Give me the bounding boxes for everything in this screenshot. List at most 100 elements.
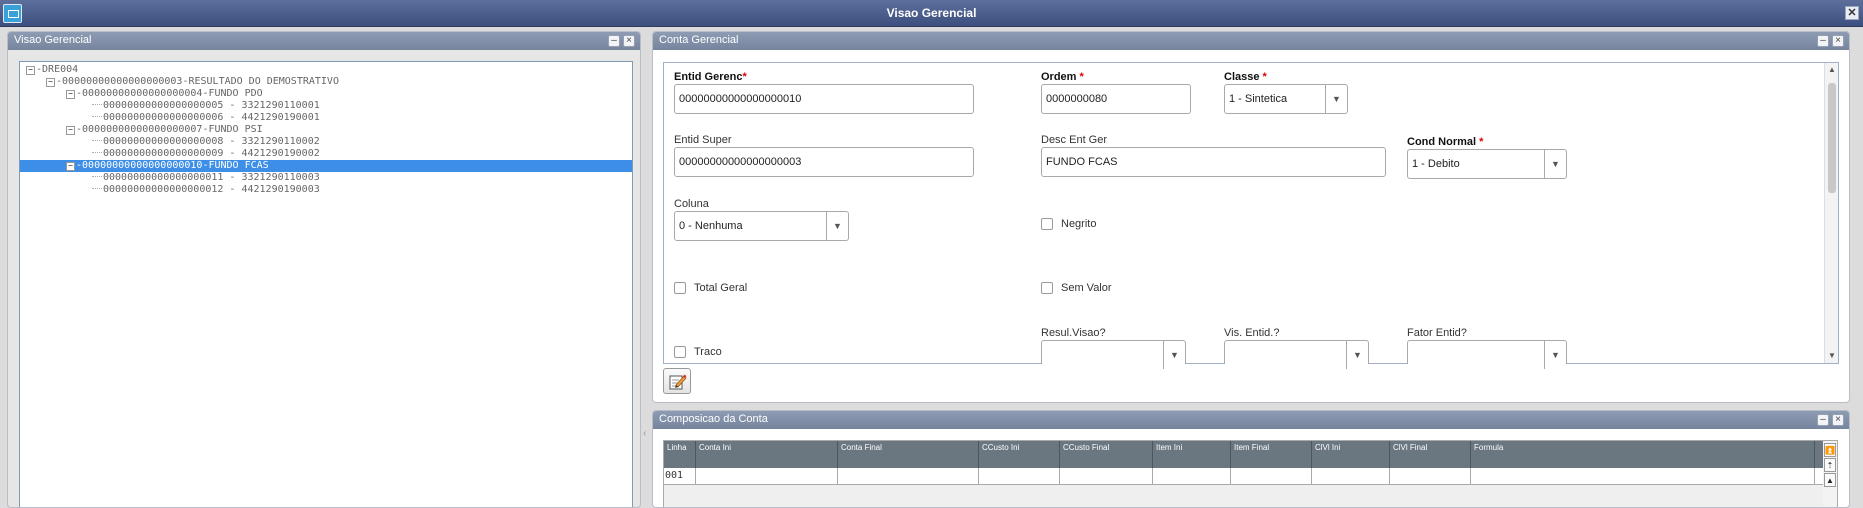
- grid-header: Linha Conta Ini Conta Final CCusto Ini CCust…: [664, 441, 1825, 468]
- form-scrollbar[interactable]: ▲ ▼: [1824, 63, 1838, 363]
- classe-select[interactable]: 1 - Sintetica ▼: [1224, 84, 1348, 114]
- total-geral-checkbox[interactable]: [674, 282, 686, 294]
- tree-connector: [92, 152, 102, 153]
- grid-nav: ⏫ ⇡ ▲: [1823, 441, 1837, 507]
- chevron-down-icon[interactable]: ▼: [1544, 341, 1566, 369]
- scroll-up-icon[interactable]: ▲: [1825, 63, 1839, 77]
- fator-entid-select[interactable]: ▼: [1407, 340, 1567, 369]
- grid-cell[interactable]: [1312, 468, 1390, 485]
- ordem-field[interactable]: 0000000080: [1041, 84, 1191, 114]
- grid-cell[interactable]: [1471, 468, 1815, 485]
- coluna-select[interactable]: 0 - Nenhuma ▼: [674, 211, 849, 241]
- sem-valor-checkbox[interactable]: [1041, 282, 1053, 294]
- chevron-down-icon[interactable]: ▼: [1544, 150, 1566, 178]
- close-icon[interactable]: ×: [1832, 35, 1844, 47]
- composicao-grid: Linha Conta Ini Conta Final CCusto Ini CCust…: [663, 440, 1838, 507]
- grid-column-header[interactable]: Item Ini: [1153, 441, 1231, 468]
- tree-panel-title: Visao Gerencial: [14, 34, 92, 46]
- traco-label: Traco: [694, 346, 722, 358]
- grid-cell[interactable]: [979, 468, 1060, 485]
- edit-icon: [669, 374, 687, 390]
- grid-cell[interactable]: [838, 468, 979, 485]
- cond-normal-label: Cond Normal *: [1407, 136, 1484, 148]
- grid-column-header[interactable]: CCusto Final: [1060, 441, 1153, 468]
- vis-entid-label: Vis. Entid.?: [1224, 327, 1280, 339]
- window-title: Visao Gerencial: [886, 6, 977, 20]
- collapse-icon[interactable]: −: [26, 66, 35, 75]
- tree-node[interactable]: 00000000000000000006 - 4421290190001: [92, 112, 320, 124]
- fator-entid-label: Fator Entid?: [1407, 327, 1467, 339]
- tree-connector: [92, 176, 102, 177]
- negrito-checkbox[interactable]: [1041, 218, 1053, 230]
- tree-node[interactable]: − -00000000000000000004-FUNDO PDO: [66, 88, 263, 100]
- grid-cell[interactable]: 001: [664, 468, 696, 485]
- grid-column-header[interactable]: Item Final: [1231, 441, 1312, 468]
- collapse-icon[interactable]: −: [66, 90, 75, 99]
- desc-ent-ger-field[interactable]: FUNDO FCAS: [1041, 147, 1386, 177]
- tree-node[interactable]: − -00000000000000000007-FUNDO PSI: [66, 124, 263, 136]
- minimize-icon[interactable]: –: [1817, 35, 1829, 47]
- tree-node-label: 00000000000000000006 - 4421290190001: [103, 112, 320, 123]
- tree-node-label: 00000000000000000004-FUNDO PDO: [82, 88, 263, 99]
- tree-panel: Visao Gerencial – × − -DRE004− -0000000000…: [7, 31, 641, 508]
- cond-normal-select[interactable]: 1 - Debito ▼: [1407, 149, 1567, 179]
- tree-node[interactable]: 00000000000000000008 - 3321290110002: [92, 136, 320, 148]
- splitter-handle[interactable]: ‹: [643, 428, 646, 439]
- tree-node[interactable]: − -00000000000000000003-RESULTADO DO DEMO…: [46, 76, 339, 88]
- tree-node-label: 00000000000000000009 - 4421290190002: [103, 148, 320, 159]
- grid-column-header[interactable]: Linha: [664, 441, 696, 468]
- grid-column-header[interactable]: ClVl Final: [1390, 441, 1471, 468]
- grid-cell[interactable]: [1390, 468, 1471, 485]
- grid-cell[interactable]: [1231, 468, 1312, 485]
- desc-ent-ger-label: Desc Ent Ger: [1041, 134, 1108, 146]
- grid-cell[interactable]: [1153, 468, 1231, 485]
- table-row[interactable]: 001: [664, 468, 1825, 485]
- grid-column-header[interactable]: Conta Ini: [696, 441, 838, 468]
- grid-column-header[interactable]: CCusto Ini: [979, 441, 1060, 468]
- conta-gerencial-panel: Conta Gerencial – × Entid Gerenc* 000000…: [652, 31, 1850, 403]
- resul-visao-select[interactable]: ▼: [1041, 340, 1186, 369]
- chevron-down-icon[interactable]: ▼: [1325, 85, 1347, 113]
- traco-checkbox[interactable]: [674, 346, 686, 358]
- entid-super-field[interactable]: 00000000000000000003: [674, 147, 974, 177]
- tree-node[interactable]: − -00000000000000000010-FUNDO FCAS: [20, 160, 632, 172]
- scroll-up-icon[interactable]: ▲: [1824, 473, 1836, 487]
- tree-node-label: 00000000000000000012 - 4421290190003: [103, 184, 320, 195]
- tree-connector: [92, 188, 102, 189]
- entid-gerenc-field[interactable]: 00000000000000000010: [674, 84, 974, 114]
- chevron-down-icon[interactable]: ▼: [1346, 341, 1368, 369]
- grid-cell[interactable]: [696, 468, 838, 485]
- chevron-down-icon[interactable]: ▼: [1163, 341, 1185, 369]
- tree-node[interactable]: 00000000000000000009 - 4421290190002: [92, 148, 320, 160]
- collapse-icon[interactable]: −: [66, 162, 75, 171]
- grid-column-header[interactable]: ClVl Ini: [1312, 441, 1390, 468]
- tree-node[interactable]: − -DRE004: [26, 64, 78, 76]
- vis-entid-select[interactable]: ▼: [1224, 340, 1369, 369]
- conta-gerencial-header: Conta Gerencial – ×: [653, 32, 1849, 50]
- collapse-icon[interactable]: −: [66, 126, 75, 135]
- entid-super-label: Entid Super: [674, 134, 732, 146]
- total-geral-label: Total Geral: [694, 282, 748, 294]
- classe-label: Classe *: [1224, 71, 1267, 83]
- account-tree[interactable]: − -DRE004− -00000000000000000003-RESULTADO…: [19, 61, 633, 507]
- minimize-icon[interactable]: –: [608, 35, 620, 47]
- close-icon[interactable]: ×: [1832, 414, 1844, 426]
- page-up-icon[interactable]: ⇡: [1824, 458, 1836, 472]
- minimize-icon[interactable]: –: [1817, 414, 1829, 426]
- close-icon[interactable]: ×: [623, 35, 635, 47]
- grid-column-header[interactable]: Formula: [1471, 441, 1815, 468]
- tree-node[interactable]: 00000000000000000005 - 3321290110001: [92, 100, 320, 112]
- edit-button[interactable]: [663, 368, 691, 394]
- scrollbar-thumb[interactable]: [1828, 83, 1836, 193]
- scroll-down-icon[interactable]: ▼: [1825, 349, 1839, 363]
- tree-node[interactable]: 00000000000000000011 - 3321290110003: [92, 172, 320, 184]
- first-record-icon[interactable]: ⏫: [1824, 443, 1836, 457]
- grid-cell[interactable]: [1060, 468, 1153, 485]
- grid-column-header[interactable]: Conta Final: [838, 441, 979, 468]
- tree-node-label: DRE004: [42, 64, 79, 75]
- negrito-label: Negrito: [1061, 218, 1097, 230]
- chevron-down-icon[interactable]: ▼: [826, 212, 848, 240]
- window-close-button[interactable]: ✕: [1845, 6, 1859, 20]
- tree-node[interactable]: 00000000000000000012 - 4421290190003: [92, 184, 320, 196]
- collapse-icon[interactable]: −: [46, 78, 55, 87]
